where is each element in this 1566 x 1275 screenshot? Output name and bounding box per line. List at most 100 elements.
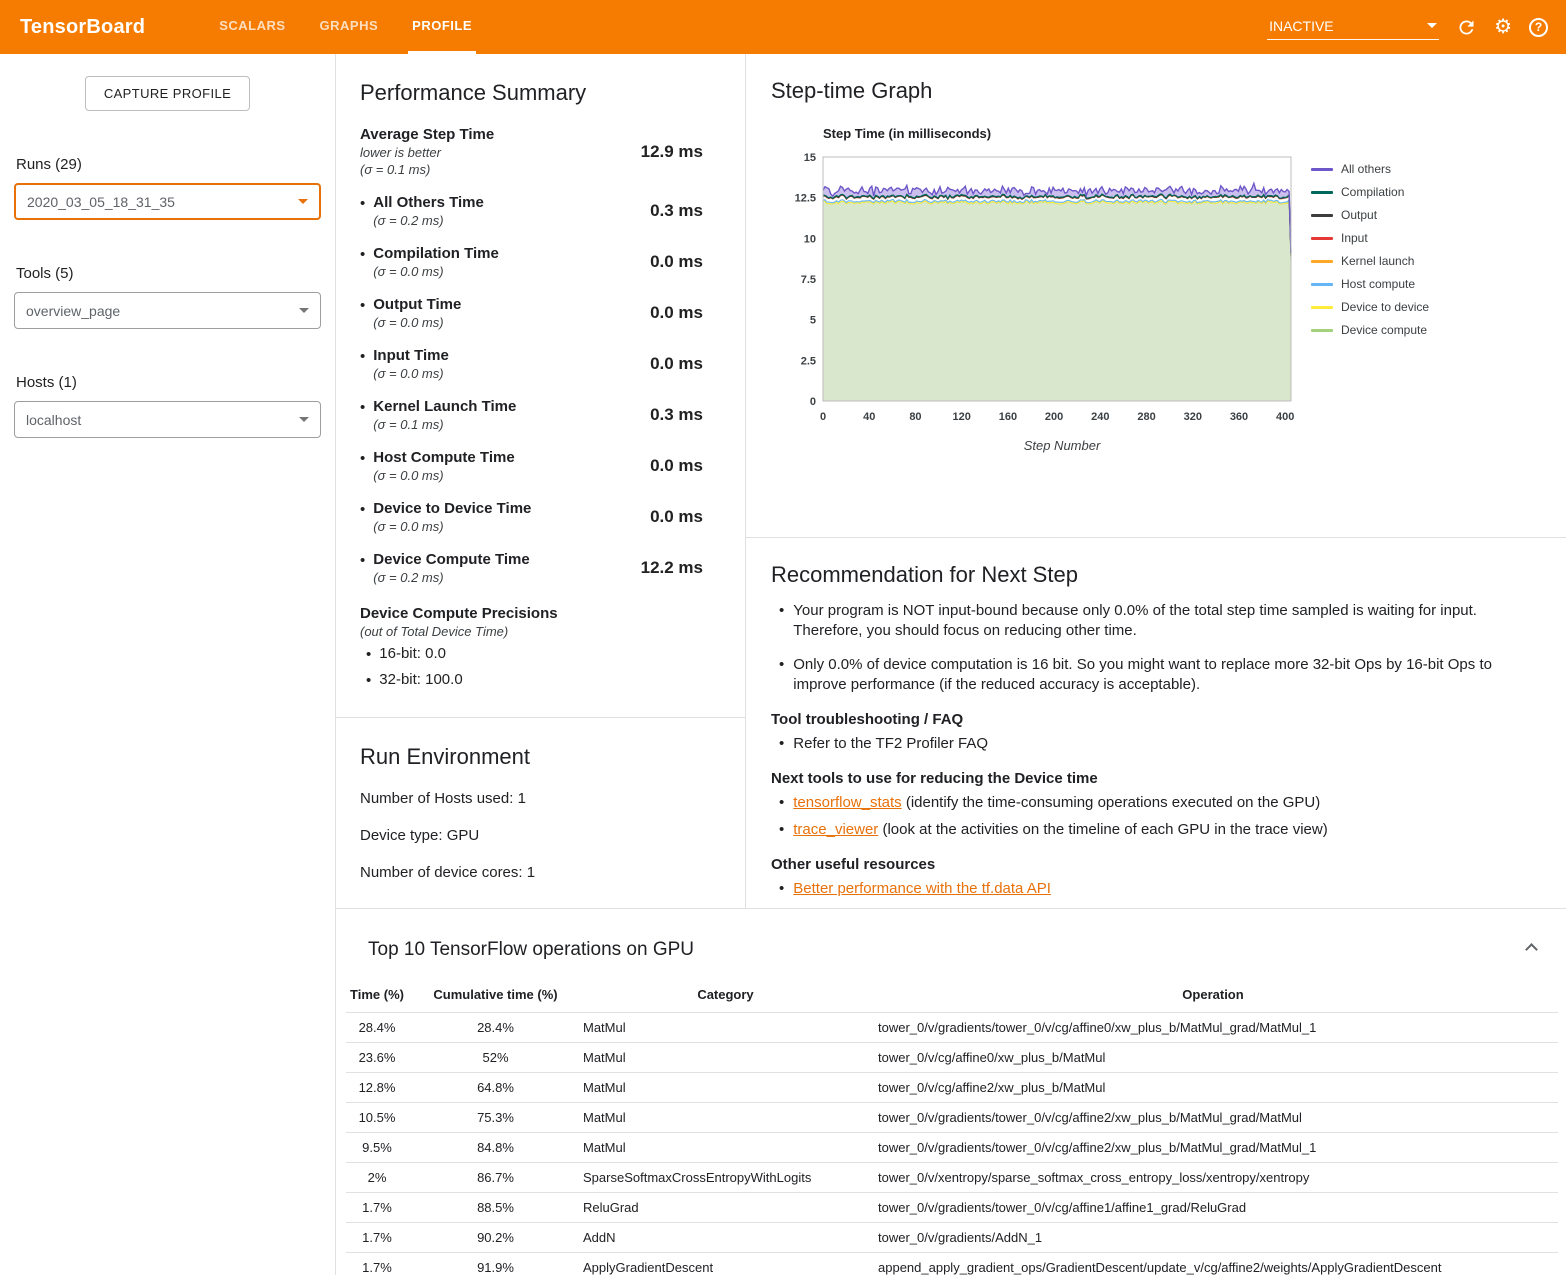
performance-summary-card: Performance Summary Average Step Time lo… [336,54,745,718]
bullet-icon: • [360,449,365,483]
chevron-down-icon [1427,23,1437,28]
tab-scalars[interactable]: SCALARS [215,0,289,54]
average-step-time-value: 12.9 ms [641,142,703,162]
average-step-time-row: Average Step Time lower is better (σ = 0… [360,126,721,177]
metric-value: 0.0 ms [650,303,703,323]
chart-legend: All othersCompilationOutputInputKernel l… [1311,162,1429,453]
legend-label: Kernel launch [1341,254,1414,268]
table-row: 28.4%28.4%MatMultower_0/v/gradients/towe… [346,1013,1558,1043]
bullet-icon: • [360,398,365,432]
table-row: 1.7%88.5%ReluGradtower_0/v/gradients/tow… [346,1193,1558,1223]
legend-item: Compilation [1311,185,1429,199]
svg-text:10: 10 [804,233,816,245]
legend-swatch [1311,283,1333,286]
legend-item: Device to device [1311,300,1429,314]
ops-col-header: Time (%) [346,983,408,1013]
ops-col-header: Cumulative time (%) [408,983,583,1013]
metric-label: Host Compute Time [373,449,514,466]
recommendation-bullet: •Only 0.0% of device computation is 16 b… [771,655,1536,696]
step-time-chart-plot: 02.557.51012.515040801201602002402803203… [781,147,1301,427]
legend-item: Kernel launch [1311,254,1429,268]
device-compute-precisions: Device Compute Precisions (out of Total … [360,605,721,690]
legend-swatch [1311,260,1333,263]
metric-label: Kernel Launch Time [373,398,516,415]
table-row: 23.6%52%MatMultower_0/v/cg/affine0/xw_pl… [346,1043,1558,1073]
svg-text:240: 240 [1091,411,1109,423]
metric-value: 0.3 ms [650,405,703,425]
runs-select[interactable]: 2020_03_05_18_31_35 [14,183,321,220]
ops-col-header: Operation [868,983,1558,1013]
run-environment-title: Run Environment [360,744,721,770]
legend-swatch [1311,306,1333,309]
precisions-items: •16-bit: 0.0•32-bit: 100.0 [360,645,721,690]
refresh-icon[interactable] [1456,17,1477,38]
step-time-chart: Step Time (in milliseconds) 02.557.51012… [781,126,1301,453]
table-row: 1.7%91.9%ApplyGradientDescentappend_appl… [346,1253,1558,1275]
recommendation-link[interactable]: trace_viewer [793,821,878,838]
gear-icon[interactable]: ⚙ [1494,17,1512,37]
recommendation-link[interactable]: tensorflow_stats [793,794,901,811]
topbar: TensorBoard SCALARS GRAPHS PROFILE INACTIV… [0,0,1566,54]
legend-label: Compilation [1341,185,1404,199]
bullet-icon: • [360,551,365,585]
metric-row: •Device to Device Time(σ = 0.0 ms)0.0 ms [360,500,721,534]
table-row: 10.5%75.3%MatMultower_0/v/gradients/towe… [346,1103,1558,1133]
metric-label: Device to Device Time [373,500,531,517]
bullet-icon: • [779,601,784,642]
svg-text:200: 200 [1045,411,1063,423]
legend-label: Device to device [1341,300,1429,314]
legend-swatch [1311,168,1333,171]
hosts-label: Hosts (1) [16,374,321,391]
recommendation-sections: Tool troubleshooting / FAQ•Refer to the … [771,711,1536,899]
topbar-actions: INACTIVE ⚙ ? [1267,15,1548,40]
svg-text:5: 5 [810,315,816,327]
metric-label: All Others Time [373,194,484,211]
bullet-icon: • [779,879,784,899]
help-icon[interactable]: ? [1529,18,1548,37]
step-time-breakdown-list: •All Others Time(σ = 0.2 ms)0.3 ms•Compi… [360,194,721,585]
recommendation-bullet: •Your program is NOT input-bound because… [771,601,1536,642]
metric-row: •All Others Time(σ = 0.2 ms)0.3 ms [360,194,721,228]
precision-text: 32-bit: 100.0 [379,671,462,691]
hosts-select[interactable]: localhost [14,401,321,438]
collapse-chevron-icon[interactable] [1525,943,1538,956]
tools-select[interactable]: overview_page [14,292,321,329]
metric-row: •Kernel Launch Time(σ = 0.1 ms)0.3 ms [360,398,721,432]
bullet-icon: • [366,671,371,691]
recommendation-section-heading: Other useful resources [771,856,1536,873]
metric-sigma: (σ = 0.0 ms) [373,264,499,279]
precisions-label: Device Compute Precisions [360,605,721,622]
svg-text:12.5: 12.5 [795,193,816,205]
legend-item: All others [1311,162,1429,176]
capture-profile-button[interactable]: CAPTURE PROFILE [85,76,250,111]
svg-text:120: 120 [952,411,970,423]
legend-label: Host compute [1341,277,1415,291]
legend-swatch [1311,191,1333,194]
precision-text: 16-bit: 0.0 [379,645,446,665]
metric-value: 0.3 ms [650,201,703,221]
tab-graphs[interactable]: GRAPHS [316,0,383,54]
svg-text:2.5: 2.5 [801,355,816,367]
svg-text:40: 40 [863,411,875,423]
top-ops-section: Top 10 TensorFlow operations on GPU Time… [336,908,1566,1275]
tools-select-value: overview_page [26,303,120,319]
precisions-note: (out of Total Device Time) [360,624,721,639]
run-environment-card: Run Environment Number of Hosts used: 1D… [336,718,745,908]
svg-text:320: 320 [1184,411,1202,423]
legend-swatch [1311,237,1333,240]
recommendation-link[interactable]: Better performance with the tf.data API [793,880,1051,897]
run-status-select[interactable]: INACTIVE [1267,15,1439,40]
bullet-icon: • [360,347,365,381]
performance-summary-title: Performance Summary [360,80,721,106]
metric-row: •Compilation Time(σ = 0.0 ms)0.0 ms [360,245,721,279]
bullet-icon: • [360,194,365,228]
recommendation-item: •trace_viewer (look at the activities on… [771,820,1536,840]
metric-value: 0.0 ms [650,456,703,476]
chevron-down-icon [299,308,309,313]
legend-item: Host compute [1311,277,1429,291]
tab-profile[interactable]: PROFILE [408,0,476,54]
average-step-time-label: Average Step Time [360,126,494,143]
app-title: TensorBoard [20,16,145,39]
top-ops-title: Top 10 TensorFlow operations on GPU [368,939,694,961]
recommendation-item: •Refer to the TF2 Profiler FAQ [771,734,1536,754]
